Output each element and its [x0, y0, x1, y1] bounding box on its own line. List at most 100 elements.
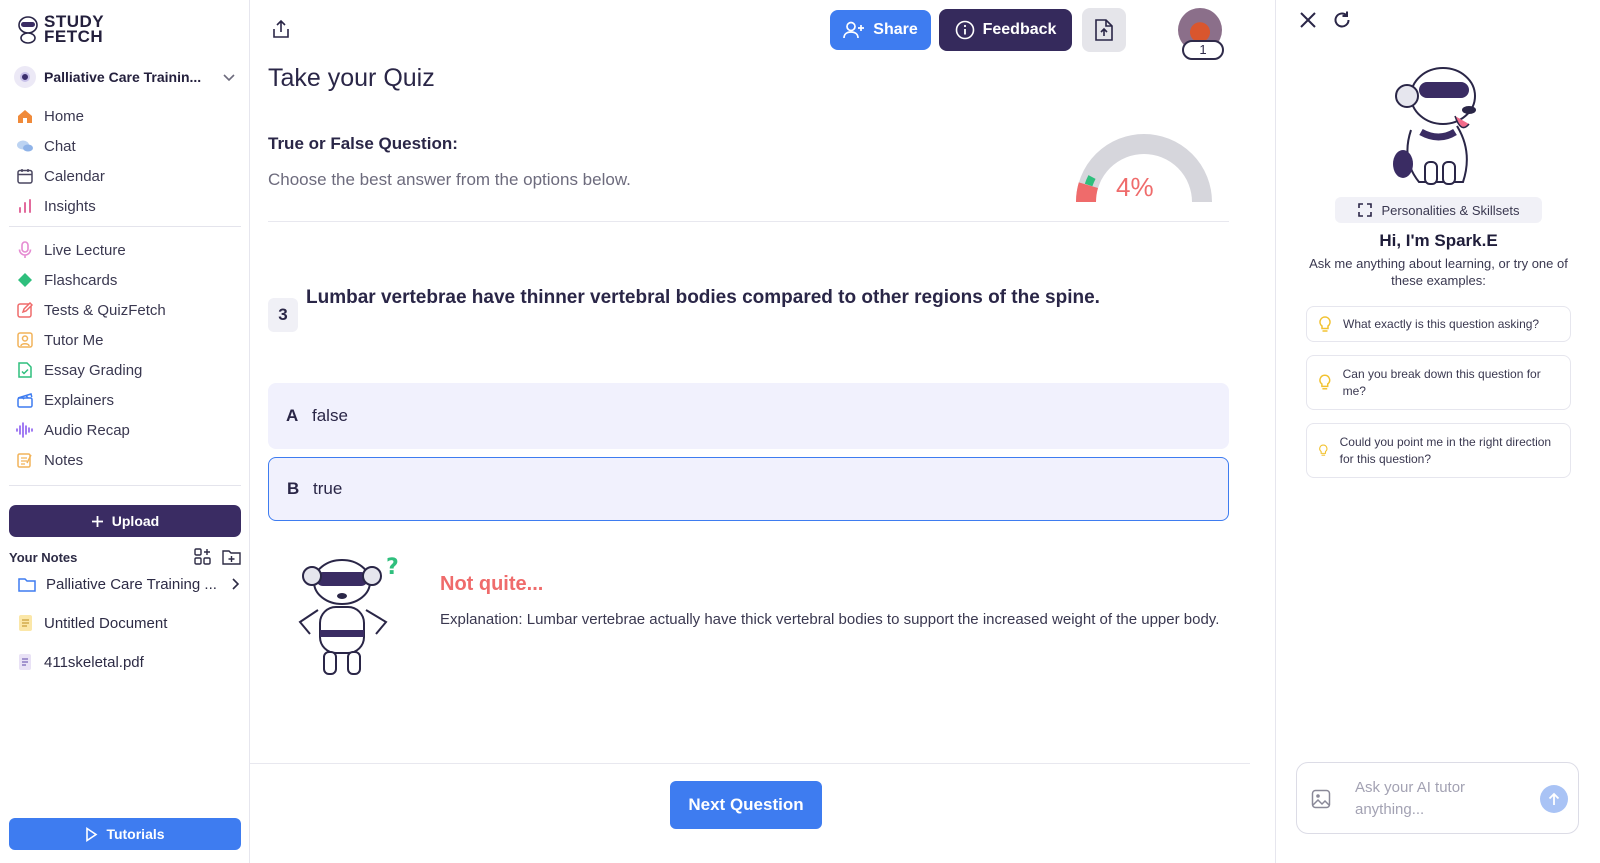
- tutor-greeting: Hi, I'm Spark.E: [1379, 231, 1498, 250]
- nav-label: Calendar: [44, 167, 105, 185]
- chevron-down-icon: [223, 74, 235, 82]
- option-letter: B: [287, 479, 300, 498]
- note-item-document[interactable]: Untitled Document: [18, 609, 240, 637]
- progress-percent: 4%: [1116, 172, 1154, 202]
- personalities-skillsets-button[interactable]: Personalities & Skillsets: [1335, 197, 1542, 223]
- nav-item-insights[interactable]: Insights: [16, 191, 238, 221]
- avatar-count-badge: 1: [1182, 40, 1224, 60]
- tutor-intro: Ask me anything about learning, or try o…: [1309, 256, 1568, 288]
- home-icon: [16, 107, 34, 125]
- folder-icon: [18, 577, 36, 592]
- lightbulb-icon: [1319, 315, 1331, 332]
- nav-item-home[interactable]: Home: [16, 101, 238, 131]
- new-folder-icon[interactable]: [222, 548, 241, 565]
- option-text: true: [313, 479, 343, 498]
- studyfetch-logo[interactable]: STUDY FETCH: [16, 12, 105, 46]
- nav-item-tutor-me[interactable]: Tutor Me: [16, 325, 238, 355]
- course-icon: [14, 66, 36, 88]
- suggestion-text: Can you break down this question for me?: [1342, 366, 1541, 398]
- nav-label: Explainers: [44, 391, 115, 409]
- notes-icon: [16, 451, 34, 469]
- nav-label: Home: [44, 107, 85, 125]
- svg-text:?: ?: [386, 555, 399, 580]
- tutor-chat-input[interactable]: Ask your AI tutor anything...: [1296, 762, 1579, 834]
- suggestion-prompt[interactable]: What exactly is this question asking?: [1306, 306, 1571, 342]
- upload-file-button[interactable]: [1082, 8, 1126, 52]
- course-label: Palliative Care Trainin...: [44, 69, 202, 85]
- export-icon[interactable]: [272, 19, 290, 39]
- primary-nav: Home Chat Calendar Insights: [16, 101, 238, 221]
- chevron-right-icon: [232, 578, 240, 590]
- nav-item-flashcards[interactable]: Flashcards: [16, 265, 238, 295]
- tutorials-button[interactable]: Tutorials: [9, 818, 241, 850]
- pencil-icon: [16, 301, 34, 319]
- nav-item-explainers[interactable]: Explainers: [16, 385, 238, 415]
- nav-item-live-lecture[interactable]: Live Lecture: [16, 235, 238, 265]
- nav-item-chat[interactable]: Chat: [16, 131, 238, 161]
- course-selector[interactable]: Palliative Care Trainin...: [14, 64, 236, 90]
- suggestion-prompt[interactable]: Can you break down this question for me?: [1306, 355, 1571, 410]
- tutorials-label: Tutorials: [106, 826, 165, 842]
- add-user-icon: [843, 21, 865, 39]
- note-item-pdf[interactable]: 411skeletal.pdf: [18, 648, 240, 676]
- chat-placeholder: Ask your AI tutor anything...: [1355, 779, 1466, 818]
- question-type: True or False Question:: [268, 134, 458, 153]
- question-instruction: Choose the best answer from the options …: [268, 170, 631, 189]
- answer-option-b[interactable]: B true: [268, 457, 1229, 521]
- play-icon: [86, 826, 98, 842]
- suggestion-text: Could you point me in the right directio…: [1339, 434, 1552, 466]
- nav-label: Chat: [44, 137, 76, 155]
- pdf-icon: [19, 654, 31, 670]
- nav-label: Tutor Me: [44, 331, 104, 349]
- share-button[interactable]: Share: [830, 10, 931, 50]
- option-text: false: [312, 406, 348, 425]
- question-number: 3: [268, 298, 298, 332]
- feedback-explanation: Explanation: Lumbar vertebrae actually h…: [440, 611, 1220, 628]
- nav-item-essay-grading[interactable]: Essay Grading: [16, 355, 238, 385]
- audio-wave-icon: [16, 421, 34, 439]
- image-attach-icon[interactable]: [1311, 789, 1331, 809]
- spark-e-mascot: [1393, 67, 1476, 185]
- feedback-button[interactable]: Feedback: [939, 9, 1072, 51]
- close-icon[interactable]: [1298, 10, 1318, 30]
- clapper-icon: [16, 391, 34, 409]
- send-button[interactable]: [1540, 785, 1568, 813]
- answer-option-a[interactable]: A false: [268, 383, 1229, 449]
- new-set-icon[interactable]: [194, 548, 212, 566]
- note-label: Palliative Care Training ...: [46, 575, 217, 593]
- refresh-icon[interactable]: [1332, 10, 1352, 30]
- nav-item-notes[interactable]: Notes: [16, 445, 238, 475]
- calendar-icon: [16, 167, 34, 185]
- sidebar-divider: [9, 485, 241, 486]
- nav-item-calendar[interactable]: Calendar: [16, 161, 238, 191]
- nav-label: Essay Grading: [44, 361, 143, 379]
- ai-tutor-panel: Personalities & Skillsets Hi, I'm Spark.…: [1275, 0, 1600, 863]
- sidebar: STUDY FETCH Palliative Care Trainin... H…: [0, 0, 250, 863]
- lightbulb-icon: [1319, 374, 1331, 390]
- insights-icon: [16, 197, 34, 215]
- sidebar-divider: [9, 226, 241, 227]
- nav-label: Insights: [44, 197, 96, 215]
- nav-label: Live Lecture: [44, 241, 126, 259]
- upload-label: Upload: [111, 513, 160, 529]
- brand-wordmark: STUDY FETCH: [44, 12, 105, 46]
- quiz-main: Share Feedback 1 Take your Quiz True or …: [250, 0, 1275, 863]
- file-upload-icon: [1095, 19, 1113, 41]
- microphone-icon: [16, 241, 34, 259]
- page-title: Take your Quiz: [268, 64, 435, 92]
- suggestion-prompt[interactable]: Could you point me in the right directio…: [1306, 423, 1571, 478]
- nav-item-tests-quizfetch[interactable]: Tests & QuizFetch: [16, 295, 238, 325]
- expand-icon: [1357, 203, 1372, 217]
- document-icon: [19, 615, 32, 631]
- note-item-folder[interactable]: Palliative Care Training ...: [18, 570, 240, 598]
- feedback-label: Feedback: [982, 21, 1057, 38]
- nav-item-audio-recap[interactable]: Audio Recap: [16, 415, 238, 445]
- suggestion-text: What exactly is this question asking?: [1343, 316, 1540, 331]
- tutor-icon: [16, 331, 34, 349]
- plus-icon: [91, 515, 103, 527]
- note-label: Untitled Document: [44, 614, 168, 632]
- upload-button[interactable]: Upload: [9, 505, 241, 537]
- lightbulb-icon: [1319, 444, 1328, 456]
- next-question-button[interactable]: Next Question: [670, 781, 822, 829]
- footer-divider: [250, 763, 1250, 764]
